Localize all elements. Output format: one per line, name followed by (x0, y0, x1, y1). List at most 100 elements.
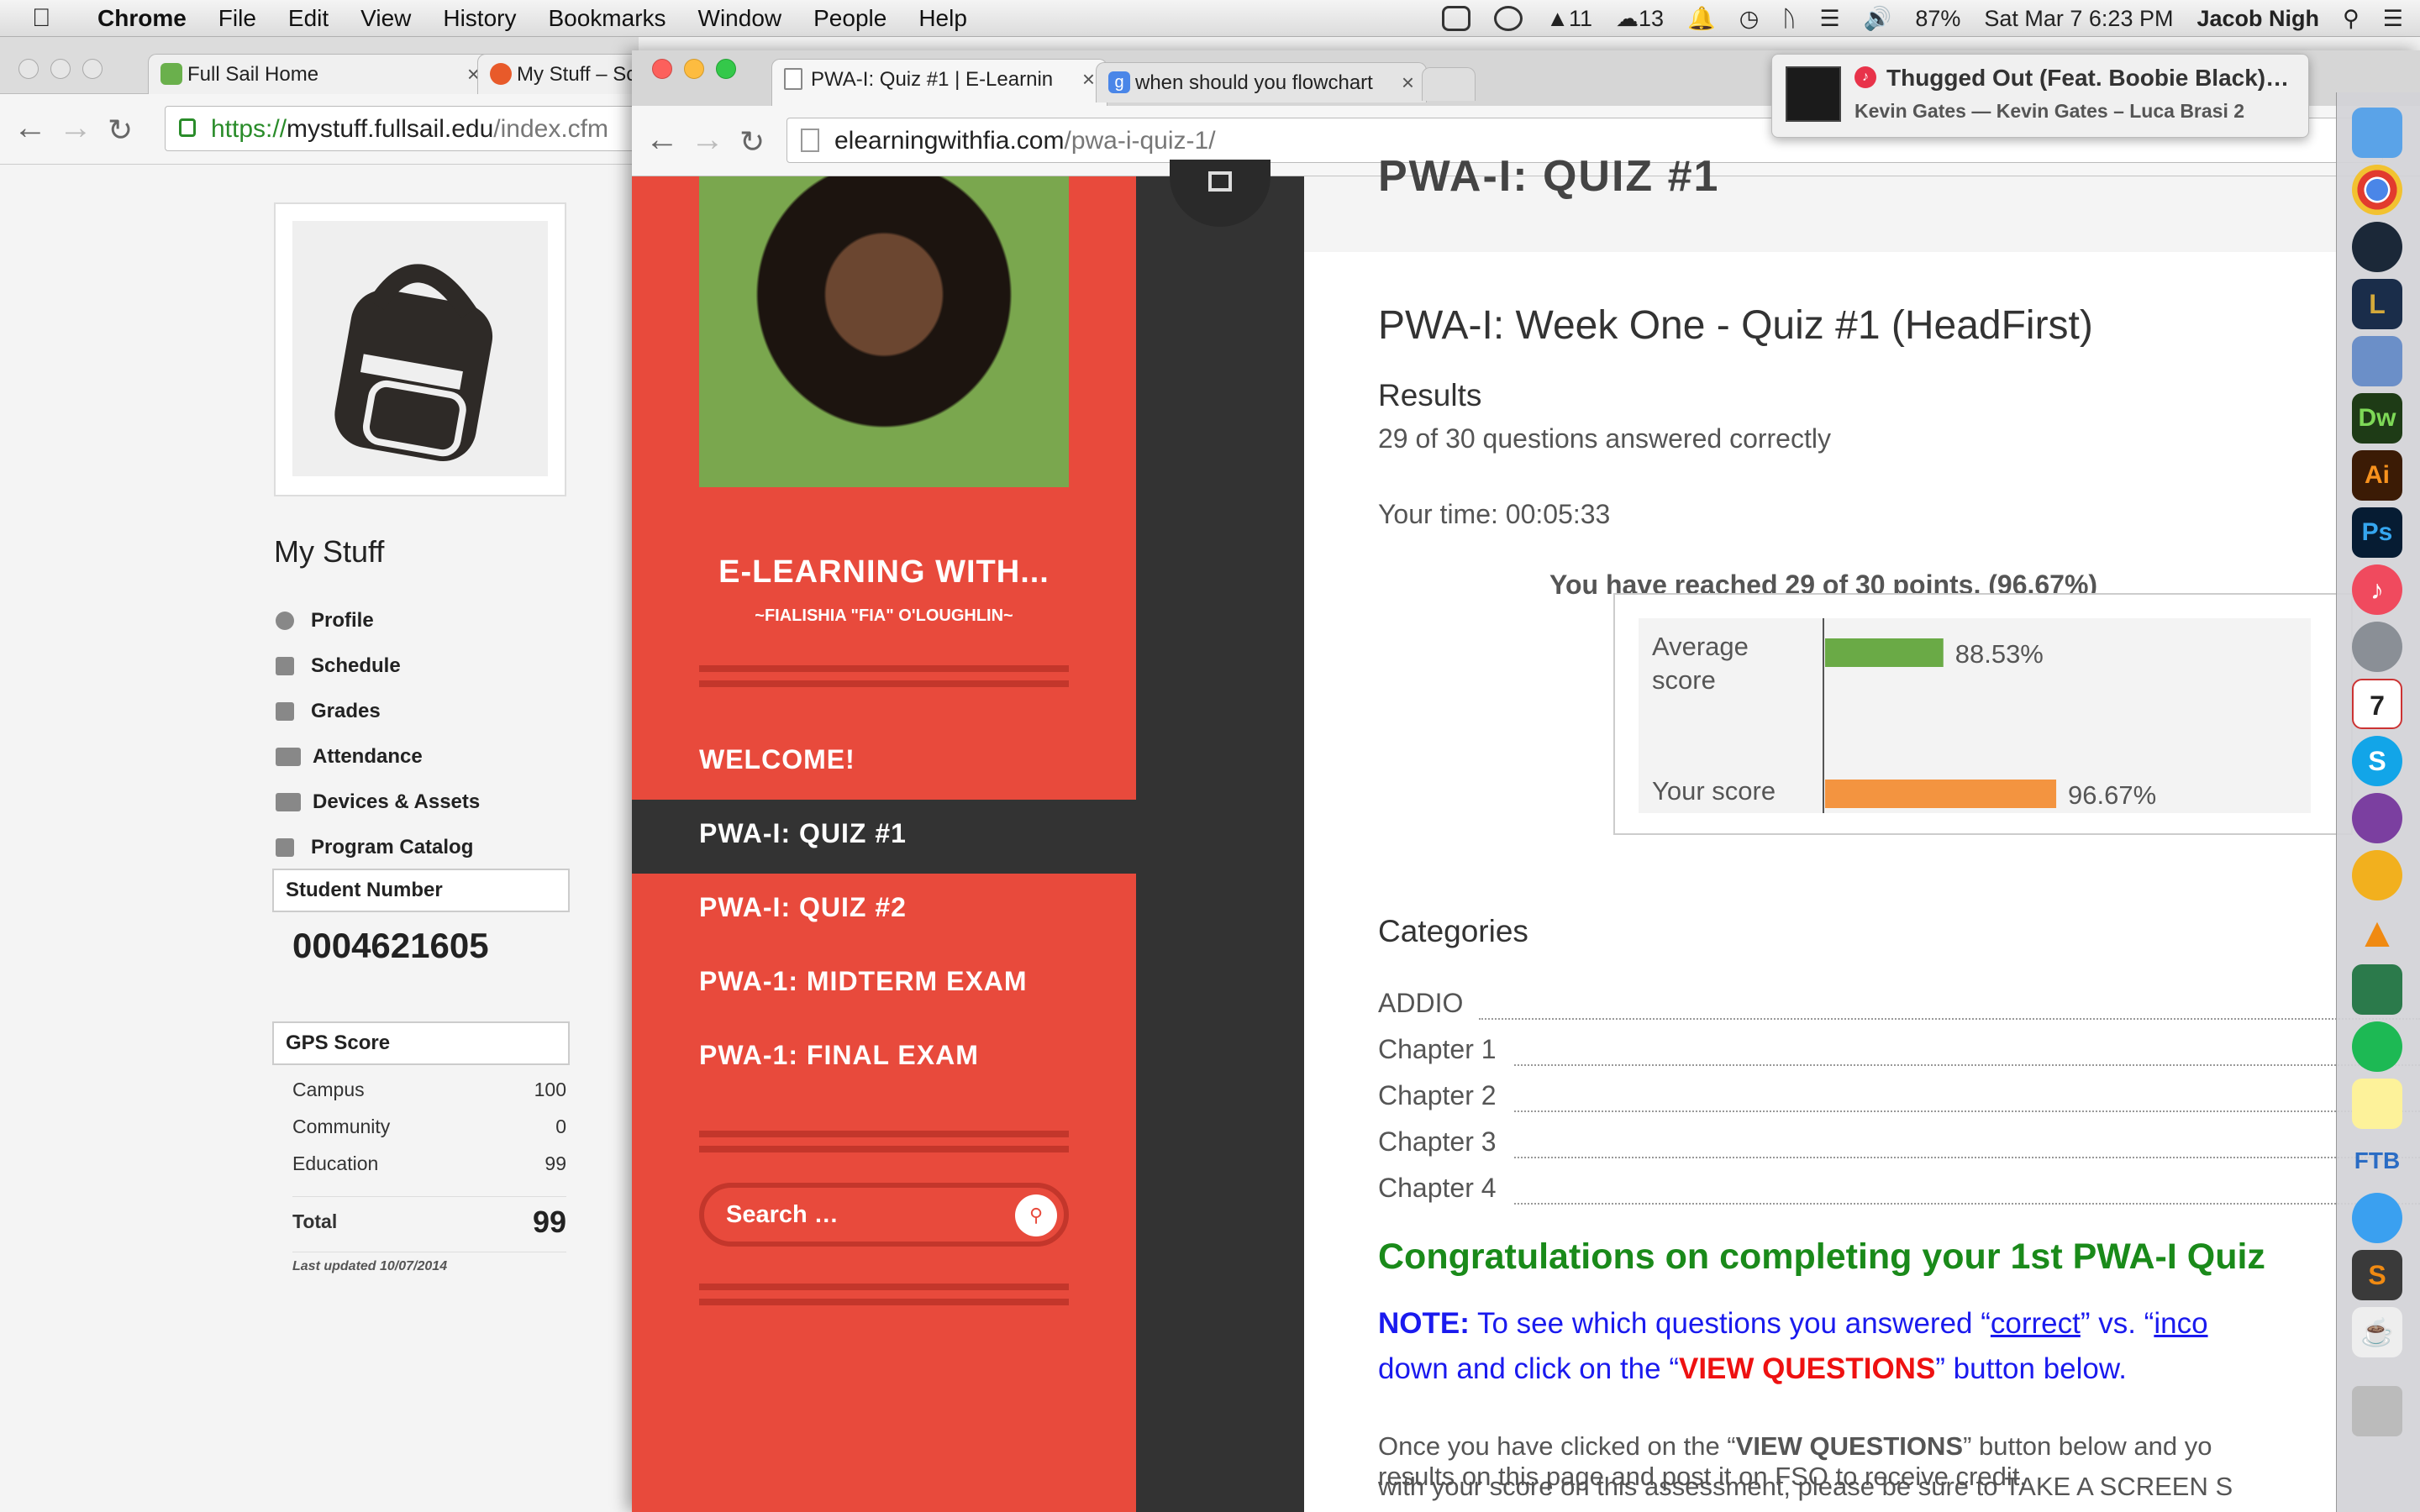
lock-icon (179, 118, 196, 137)
close-window-icon[interactable] (652, 59, 672, 79)
gps-row-value: 100 (534, 1079, 566, 1100)
adobe-icon[interactable]: ▲11 (1546, 6, 1592, 32)
photoshop-icon[interactable]: Ps (2352, 507, 2402, 558)
minimize-window-icon[interactable] (50, 59, 71, 79)
gps-score-label: GPS Score (272, 1021, 570, 1065)
sublime-text-icon[interactable]: S (2352, 1250, 2402, 1300)
system-preferences-icon[interactable] (2352, 622, 2402, 672)
site-title[interactable]: E-LEARNING WITH... (632, 554, 1136, 591)
close-tab-icon[interactable]: × (1402, 70, 1414, 96)
reload-icon[interactable]: ↻ (739, 124, 765, 160)
display-icon[interactable] (1442, 6, 1471, 31)
nav-quiz-2[interactable]: PWA-I: QUIZ #2 (699, 892, 907, 923)
notification-center-icon[interactable]: ☰ (2383, 6, 2403, 32)
bluetooth-icon[interactable]: ᚢ (1782, 6, 1796, 32)
status-tray: ▲11 ☁13 🔔 ◷ ᚢ ☰ 🔊 87% Sat Mar 7 6:23 PM … (1442, 0, 2403, 37)
stickies-icon[interactable] (2352, 1079, 2402, 1129)
steam-icon[interactable] (2352, 222, 2402, 272)
reload-icon[interactable]: ↻ (108, 113, 133, 148)
mystuff-favicon (490, 63, 512, 85)
menu-file[interactable]: File (218, 5, 256, 32)
league-of-legends-icon[interactable]: L (2352, 279, 2402, 329)
photo-booth-icon[interactable] (2352, 964, 2402, 1015)
itunes-notification[interactable]: ♪ Thugged Out (Feat. Boobie Black)… Kevi… (1771, 54, 2309, 138)
search-icon[interactable]: ⚲ (1015, 1194, 1057, 1236)
time-machine-icon[interactable]: ◷ (1739, 6, 1760, 32)
nav-quiz-1[interactable]: PWA-I: QUIZ #1 (699, 818, 907, 849)
correct-link[interactable]: correct (1991, 1307, 2081, 1340)
bg-address-bar[interactable]: https://mystuff.fullsail.edu/index.cfm (165, 106, 652, 151)
minimize-window-icon[interactable] (684, 59, 704, 79)
nav-welcome[interactable]: WELCOME! (699, 744, 855, 775)
menu-devices[interactable]: Devices & Assets (276, 780, 480, 825)
user-name[interactable]: Jacob Nigh (2196, 6, 2319, 32)
skype-icon[interactable]: S (2352, 736, 2402, 786)
dashboard-icon[interactable] (1494, 6, 1523, 31)
spotlight-icon[interactable]: ⚲ (2343, 6, 2360, 32)
new-tab-button[interactable] (1422, 67, 1476, 101)
messages-icon[interactable] (2352, 1193, 2402, 1243)
dreamweaver-icon[interactable]: Dw (2352, 393, 2402, 444)
battery-percent[interactable]: 87% (1915, 6, 1960, 32)
chrome-icon[interactable] (2352, 165, 2402, 215)
menu-program-catalog[interactable]: Program Catalog (276, 825, 480, 870)
menu-window[interactable]: Window (698, 5, 782, 32)
menu-history[interactable]: History (443, 5, 516, 32)
cloud-icon[interactable]: ☁13 (1616, 6, 1664, 32)
menu-app-chrome[interactable]: Chrome (97, 5, 187, 32)
notification-bell-icon[interactable]: 🔔 (1687, 5, 1716, 32)
google-favicon: g (1108, 71, 1130, 93)
apple-icon[interactable]:  (32, 4, 69, 33)
album-art (1786, 66, 1841, 122)
zoom-window-icon[interactable] (82, 59, 103, 79)
illustrator-icon[interactable]: Ai (2352, 450, 2402, 501)
menu-help[interactable]: Help (918, 5, 967, 32)
gps-total-label: Total (292, 1210, 338, 1232)
adobe-count: 11 (1569, 5, 1593, 31)
ftb-icon[interactable]: FTB (2352, 1136, 2402, 1186)
github-icon[interactable] (2352, 793, 2402, 843)
back-icon[interactable]: ← (645, 121, 679, 159)
menu-profile[interactable]: Profile (276, 598, 480, 643)
trash-icon[interactable] (2352, 1386, 2402, 1436)
menu-view[interactable]: View (360, 5, 411, 32)
tab-my-stuff[interactable]: My Stuff – Sch (477, 54, 645, 94)
tab-quiz[interactable]: PWA-I: Quiz #1 | E-Learnin × (771, 59, 1107, 106)
tab-google-search[interactable]: g when should you flowchart × (1096, 62, 1427, 102)
itunes-icon[interactable]: ♪ (2352, 564, 2402, 615)
transmission-icon[interactable] (2352, 850, 2402, 900)
wifi-icon[interactable]: ☰ (1819, 6, 1839, 32)
last-updated: Last updated 10/07/2014 (292, 1252, 566, 1274)
menu-attendance[interactable]: Attendance (276, 734, 480, 780)
background-browser-window: Full Sail Home × My Stuff – Sch ← → ↻ ht… (0, 37, 652, 1512)
zoom-window-icon[interactable] (716, 59, 736, 79)
menu-toggle[interactable] (1170, 160, 1270, 227)
search-input[interactable]: Search … (726, 1201, 839, 1229)
dark-column (1136, 160, 1304, 1512)
menu-edit[interactable]: Edit (288, 5, 329, 32)
note-text: ” button below. (1935, 1352, 2127, 1385)
incorrect-link[interactable]: inco (2154, 1307, 2207, 1340)
nav-midterm[interactable]: PWA-1: MIDTERM EXAM (699, 966, 1028, 997)
spotify-icon[interactable] (2352, 1021, 2402, 1072)
vlc-icon[interactable]: ▲ (2352, 907, 2402, 958)
datetime[interactable]: Sat Mar 7 6:23 PM (1984, 6, 2173, 32)
java-icon[interactable]: ☕ (2352, 1307, 2402, 1357)
finder-icon[interactable] (2352, 108, 2402, 158)
preview-icon[interactable] (2352, 336, 2402, 386)
nav-final-exam[interactable]: PWA-1: FINAL EXAM (699, 1040, 979, 1071)
tab-full-sail-home[interactable]: Full Sail Home × (148, 54, 492, 94)
volume-icon[interactable]: 🔊 (1864, 5, 1892, 32)
close-window-icon[interactable] (18, 59, 39, 79)
calendar-icon[interactable]: 7 (2352, 679, 2402, 729)
menu-grades[interactable]: Grades (276, 689, 480, 734)
student-number-label: Student Number (272, 869, 570, 912)
menu-bookmarks[interactable]: Bookmarks (548, 5, 666, 32)
close-tab-icon[interactable]: × (1082, 66, 1095, 92)
back-icon[interactable]: ← (13, 109, 47, 147)
menu-schedule[interactable]: Schedule (276, 643, 480, 689)
forward-icon[interactable]: → (59, 109, 92, 147)
menu-people[interactable]: People (813, 5, 886, 32)
forward-icon[interactable]: → (691, 121, 724, 159)
note-text: To see which questions you answered “ (1469, 1307, 1991, 1340)
